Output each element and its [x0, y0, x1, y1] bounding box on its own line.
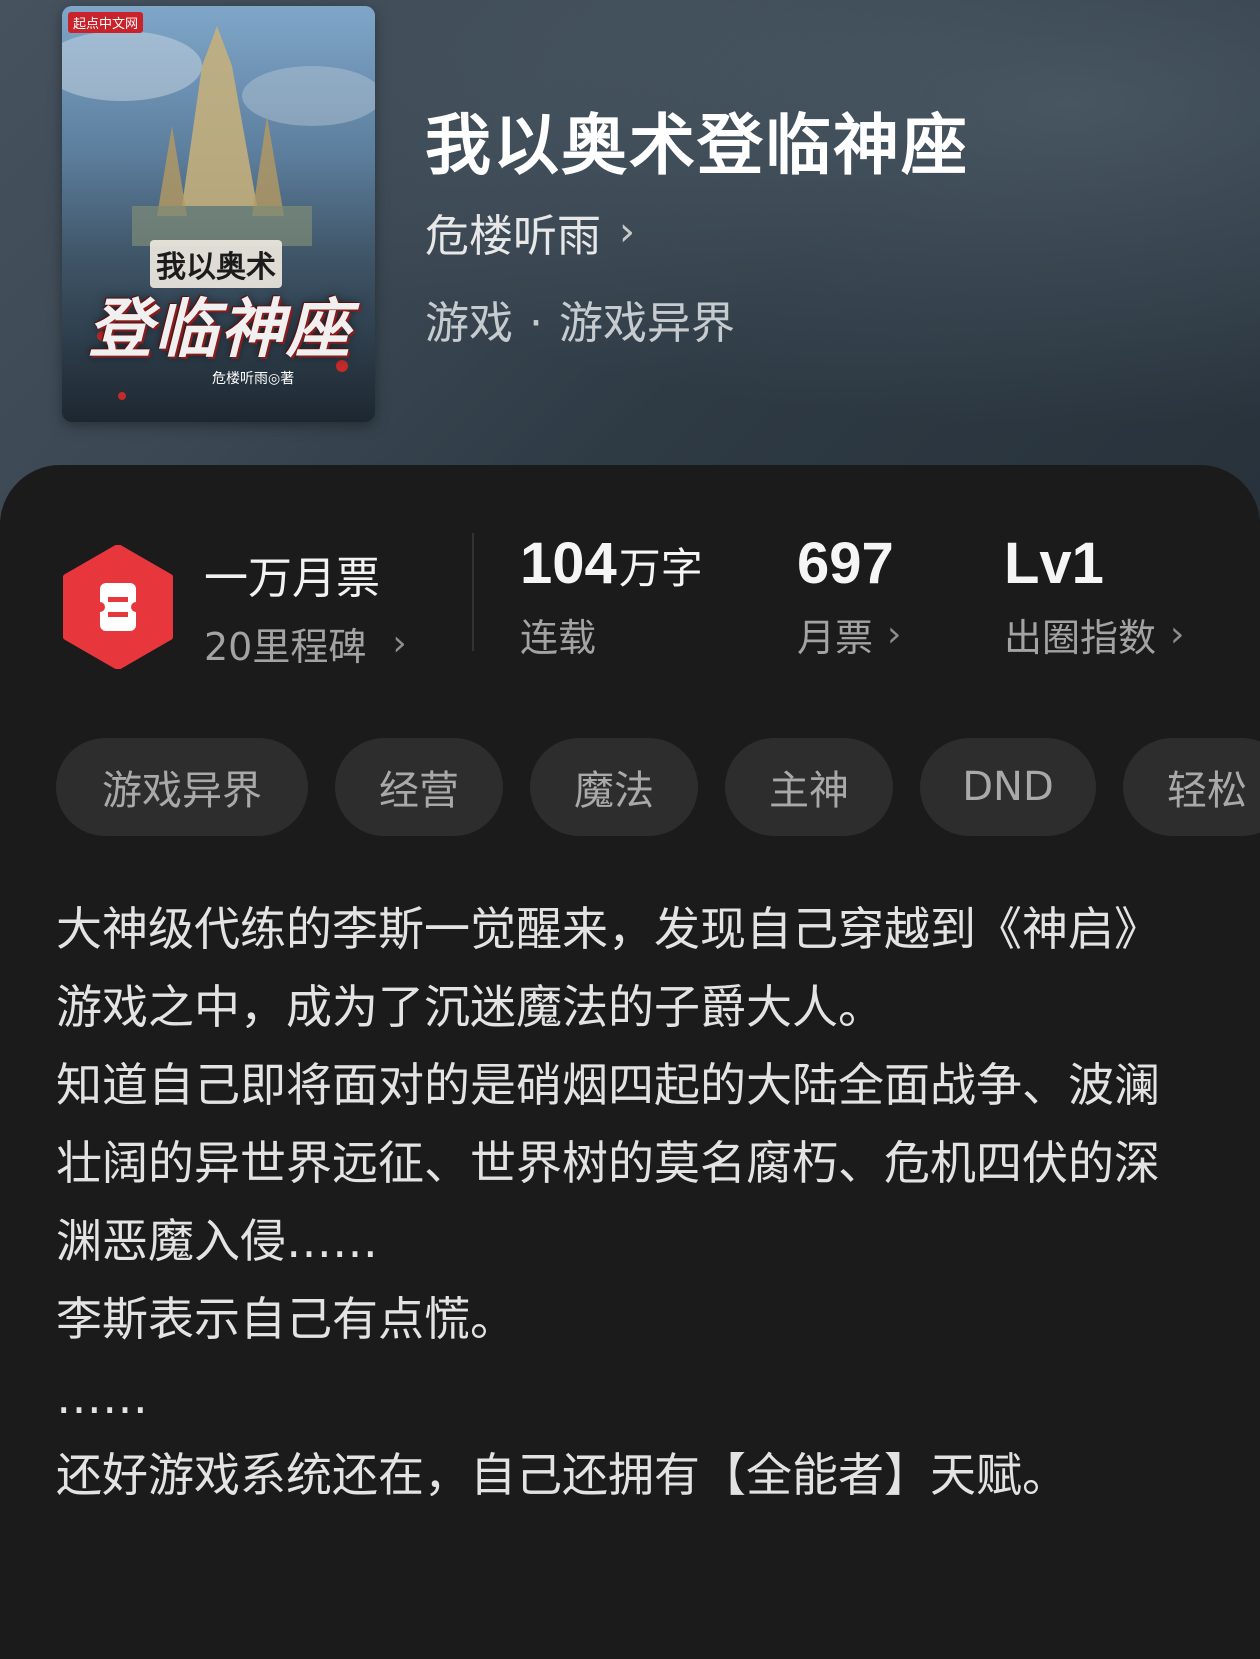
popularity-index-label: 出圈指数 › [1004, 607, 1184, 662]
tag-chip[interactable]: 轻松 [1123, 738, 1260, 836]
milestone-title: 一万月票 [204, 553, 380, 604]
chevron-right-icon: › [887, 614, 902, 655]
serial-status: 连载 [520, 616, 597, 660]
book-title: 我以奥术登临神座 [425, 106, 969, 184]
tag-chip[interactable]: 魔法 [530, 738, 698, 836]
word-count-stat: 104万字 连载 [520, 530, 703, 662]
word-count-value: 104万字 [520, 530, 703, 597]
stats-divider [472, 533, 474, 651]
ticket-badge-icon[interactable] [62, 545, 174, 669]
author-name: 危楼听雨 [425, 211, 601, 262]
cover-publisher-logo: 起点中文网 [68, 12, 144, 33]
tag-chip[interactable]: DND [920, 738, 1096, 836]
cover-author: 危楼听雨◎著 [212, 371, 295, 387]
chevron-right-icon: › [619, 209, 635, 255]
synopsis-paragraph: 知道自己即将面对的是硝烟四起的大陆全面战争、波澜壮阔的异世界远征、世界树的莫名腐… [56, 1058, 1160, 1268]
genre-line: 游戏 · 游戏异界 [425, 287, 735, 351]
word-count-number: 104 [520, 531, 617, 596]
monthly-ticket-stat[interactable]: 697 月票 › [797, 530, 901, 662]
tag-list: 游戏异界 经营 魔法 主神 DND 轻松 [56, 738, 1260, 836]
synopsis-paragraph: 李斯表示自己有点慌。 [56, 1292, 516, 1346]
subgenre[interactable]: 游戏异界 [559, 298, 735, 349]
milestone-sub-label: 20里程碑 [204, 625, 367, 669]
tag-chip[interactable]: 主神 [725, 738, 893, 836]
monthly-ticket-label: 月票 › [797, 607, 901, 662]
popularity-index-stat[interactable]: Lv1 出圈指数 › [1004, 530, 1184, 662]
chevron-right-icon: › [1170, 614, 1185, 655]
synopsis-paragraph: 大神级代练的李斯一觉醒来，发现自己穿越到《神启》游戏之中，成为了沉迷魔法的子爵大… [56, 902, 1160, 1034]
tag-chip[interactable]: 游戏异界 [56, 738, 308, 836]
popularity-index-label-text: 出圈指数 [1004, 616, 1157, 660]
monthly-ticket-label-text: 月票 [797, 616, 874, 660]
genre-separator: · [529, 298, 543, 349]
synopsis-paragraph: 还好游戏系统还在，自己还拥有【全能者】天赋。 [56, 1448, 1068, 1502]
milestone-subtitle: 20里程碑 › [204, 616, 407, 671]
cover-title-line2: 登临神座 [88, 292, 352, 367]
word-count-unit: 万字 [618, 545, 703, 592]
chevron-right-icon: › [392, 623, 407, 664]
monthly-ticket-milestone[interactable]: 一万月票 20里程碑 › [204, 542, 407, 671]
book-cover[interactable]: 起点中文网 我以奥术 登临神座 危楼听雨◎著 [62, 6, 375, 422]
synopsis-paragraph: …… [56, 1370, 148, 1424]
tag-chip[interactable]: 经营 [335, 738, 503, 836]
popularity-level-value: Lv1 [1004, 531, 1104, 596]
author-link[interactable]: 危楼听雨 › [425, 200, 635, 264]
genre[interactable]: 游戏 [425, 298, 513, 349]
monthly-ticket-value: 697 [797, 531, 894, 596]
book-synopsis: 大神级代练的李斯一觉醒来，发现自己穿越到《神启》游戏之中，成为了沉迷魔法的子爵大… [56, 890, 1186, 1514]
